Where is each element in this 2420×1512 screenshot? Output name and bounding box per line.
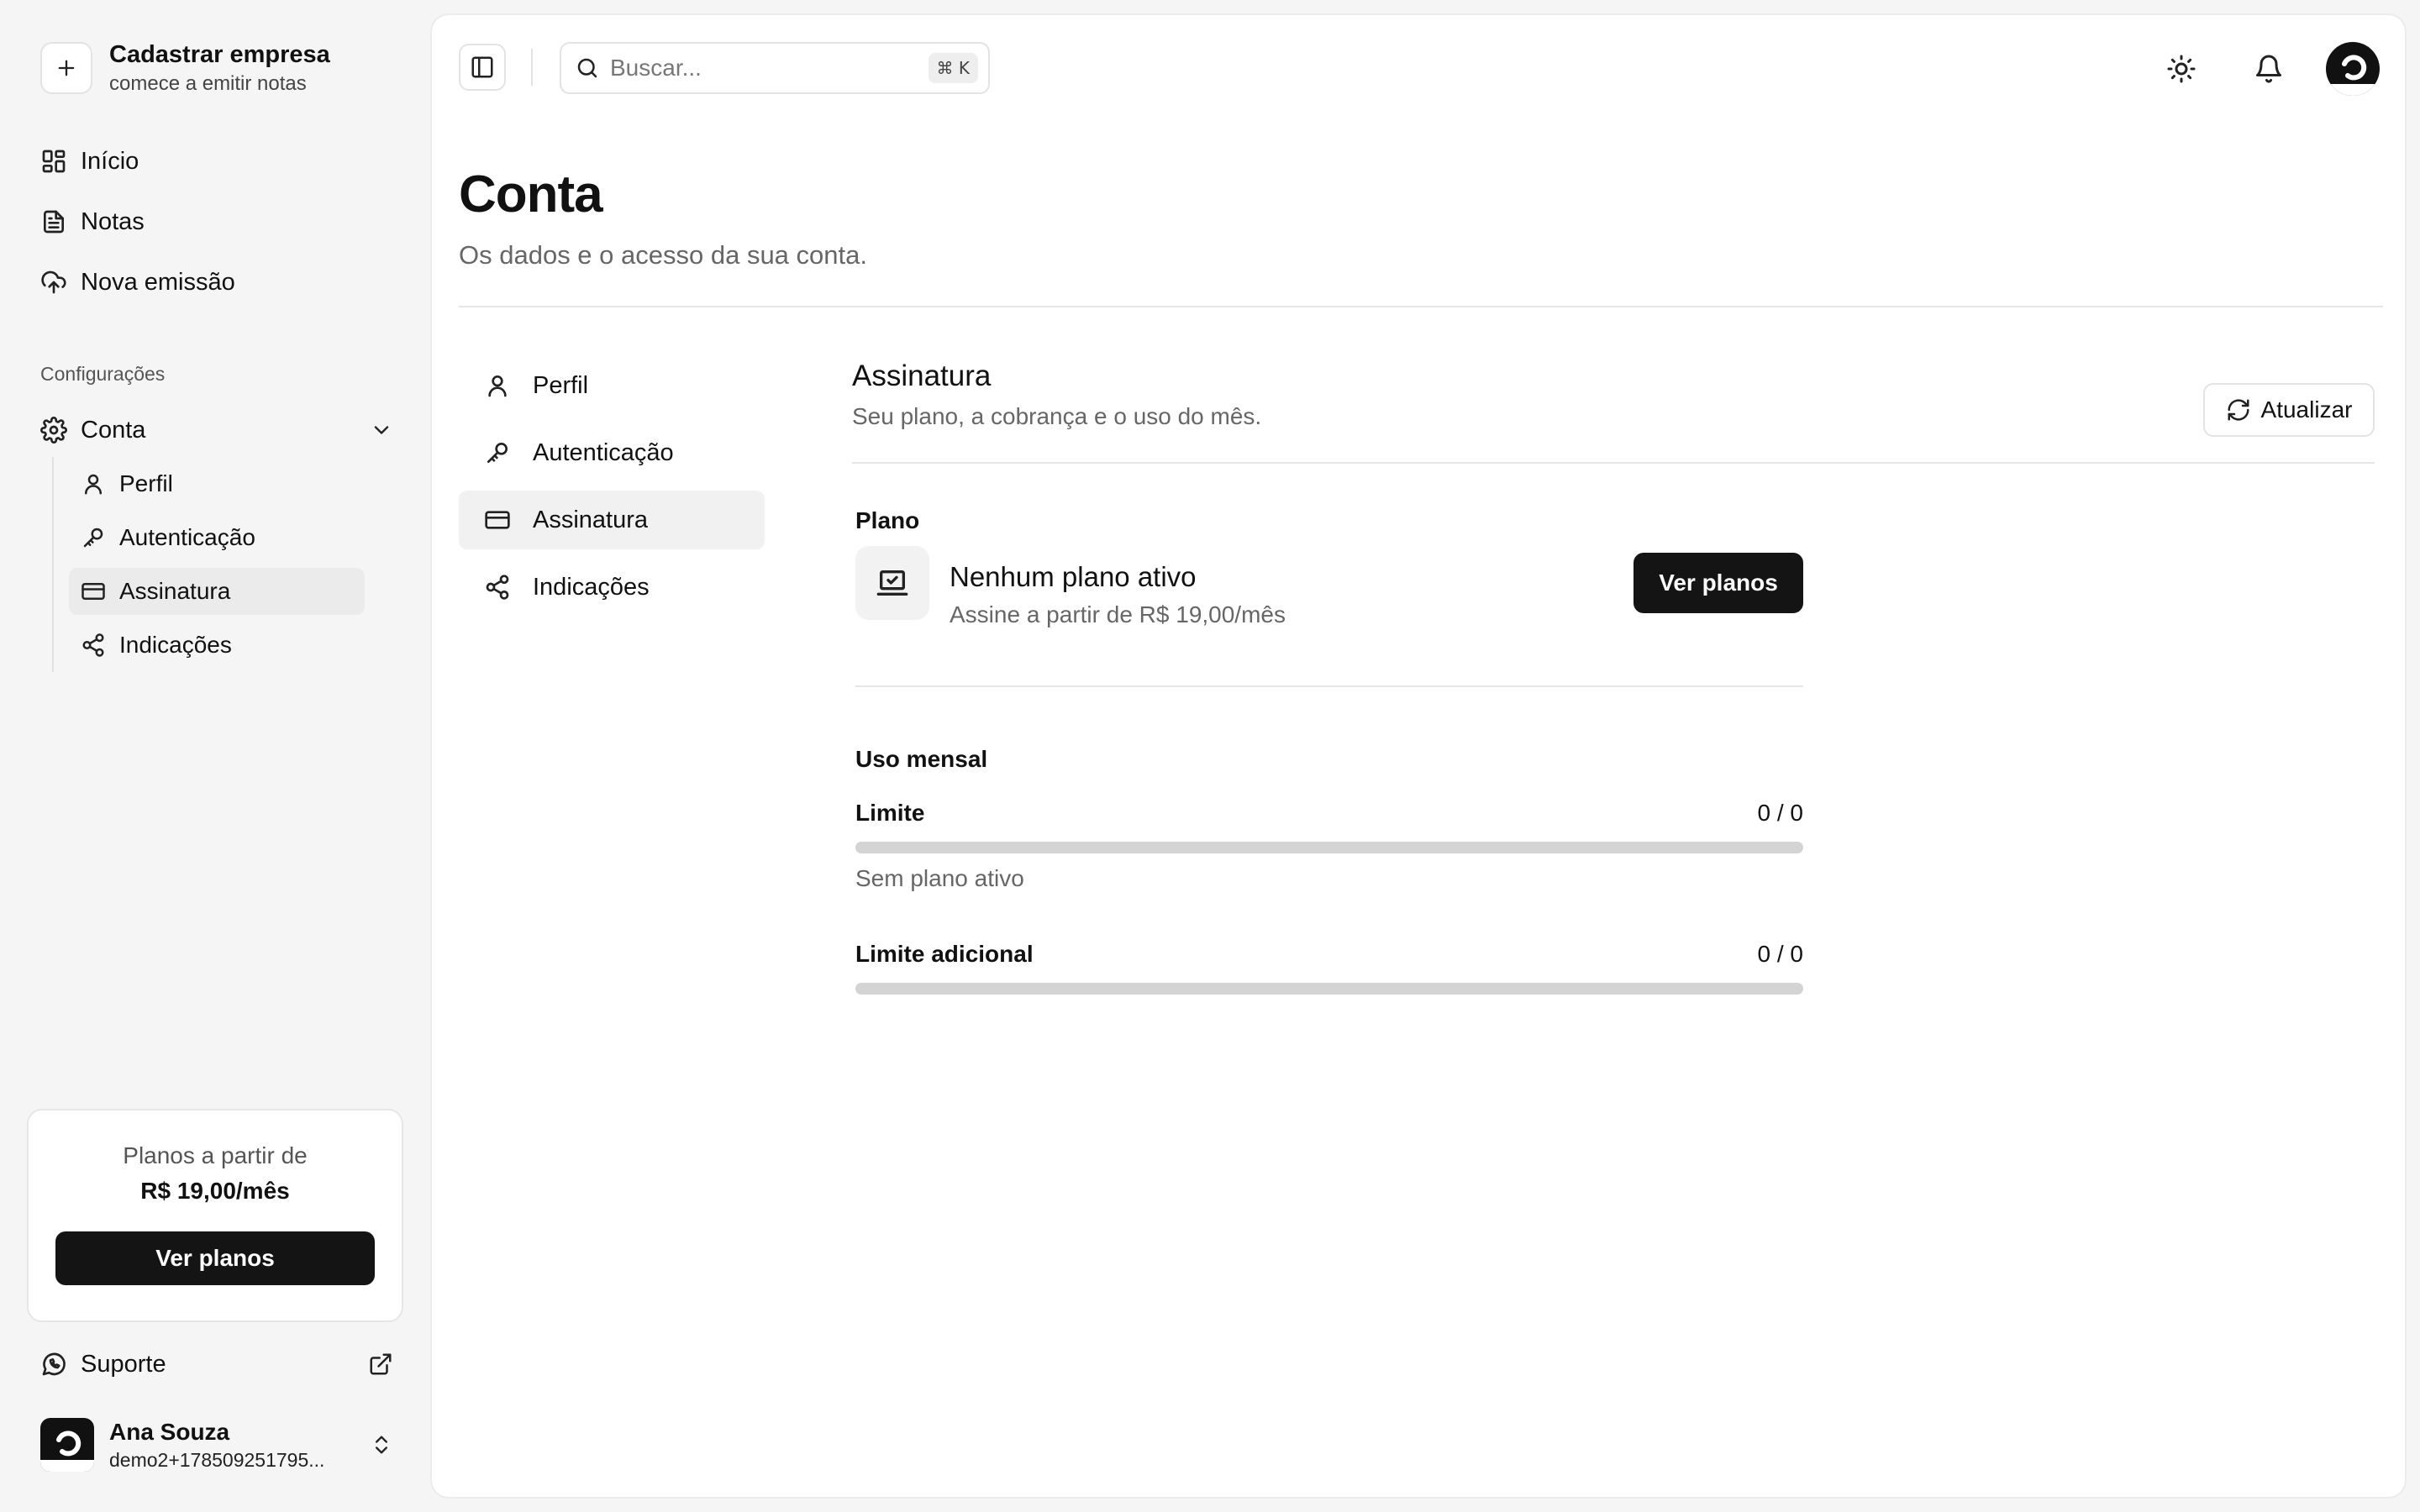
sidebar: Cadastrar empresa comece a emitir notas …	[0, 0, 430, 1512]
tab-perfil[interactable]: Perfil	[459, 356, 765, 415]
user-name: Ana Souza	[109, 1418, 230, 1445]
grid-icon	[40, 148, 67, 175]
meter-note: Sem plano ativo	[855, 865, 1024, 891]
chevron-down-icon	[370, 418, 393, 442]
sidebar-item-label: Nova emissão	[81, 268, 235, 296]
key-icon	[484, 439, 511, 466]
sidebar-item-indicacoes[interactable]: Indicações	[69, 622, 365, 669]
progress-bar-limite	[855, 842, 1803, 853]
view-plans-button[interactable]: Ver planos	[1634, 553, 1803, 613]
divider	[531, 49, 533, 86]
meter-name: Limite	[855, 800, 925, 826]
sidebar-group-label: Conta	[81, 416, 146, 444]
divider	[459, 306, 2383, 307]
user-icon	[484, 372, 511, 399]
laptop-check-icon	[855, 546, 929, 620]
search-placeholder: Buscar...	[610, 55, 702, 81]
sidebar-item-nova-emissao[interactable]: Nova emissão	[40, 259, 402, 306]
tab-assinatura[interactable]: Assinatura	[459, 491, 765, 549]
gear-icon	[40, 417, 67, 444]
cloud-upload-icon	[40, 269, 67, 296]
section-subtitle: Seu plano, a cobrança e o uso do mês.	[852, 403, 1262, 429]
sun-icon	[2166, 54, 2196, 84]
search-shortcut-badge: ⌘ K	[928, 53, 978, 83]
document-icon	[40, 208, 67, 235]
sidebar-group-conta[interactable]: Conta	[40, 407, 393, 454]
chevrons-up-down-icon	[370, 1433, 393, 1457]
panel-left-icon	[470, 55, 495, 80]
sidebar-item-autenticacao[interactable]: Autenticação	[69, 514, 365, 561]
tab-autenticacao[interactable]: Autenticação	[459, 423, 765, 482]
key-icon	[81, 525, 106, 550]
promo-price: R$ 19,00/mês	[140, 1178, 290, 1204]
meter-value: 0 / 0	[1757, 941, 1803, 967]
share-icon	[484, 574, 511, 601]
sidebar-item-label: Autenticação	[119, 524, 255, 550]
external-link-icon	[368, 1352, 393, 1377]
credit-card-icon	[81, 579, 106, 604]
divider	[852, 462, 2375, 464]
subtree-line	[52, 457, 54, 672]
register-company-button[interactable]: Cadastrar empresa comece a emitir notas	[40, 40, 393, 96]
refresh-icon	[2226, 397, 2251, 423]
avatar[interactable]	[2326, 42, 2380, 96]
user-icon	[81, 471, 106, 496]
promo-view-plans-button[interactable]: Ver planos	[55, 1231, 375, 1285]
meter-row-limite: Limite 0 / 0	[855, 800, 1803, 827]
sidebar-item-label: Notas	[81, 207, 145, 235]
brand-subtitle: comece a emitir notas	[109, 71, 307, 95]
brand-title: Cadastrar empresa	[109, 40, 330, 68]
plan-description: Assine a partir de R$ 19,00/mês	[950, 601, 1286, 627]
share-icon	[81, 633, 106, 658]
usage-label: Uso mensal	[855, 746, 988, 772]
notifications-button[interactable]	[2245, 45, 2292, 92]
sidebar-item-label: Perfil	[119, 470, 173, 496]
tab-indicacoes[interactable]: Indicações	[459, 558, 765, 617]
sidebar-item-notas[interactable]: Notas	[40, 198, 402, 245]
plans-promo-card: Planos a partir de R$ 19,00/mês Ver plan…	[27, 1109, 403, 1322]
theme-toggle-button[interactable]	[2158, 45, 2205, 92]
tab-label: Indicações	[533, 573, 650, 601]
meter-row-limite-adicional: Limite adicional 0 / 0	[855, 941, 1803, 968]
user-menu[interactable]: Ana Souza demo2+178509251795...	[40, 1415, 393, 1475]
search-input[interactable]: Buscar... ⌘ K	[560, 42, 990, 94]
page-subtitle: Os dados e o acesso da sua conta.	[459, 240, 867, 270]
meter-name: Limite adicional	[855, 941, 1034, 967]
bell-icon	[2254, 54, 2284, 84]
search-icon	[575, 55, 600, 81]
support-label: Suporte	[81, 1350, 166, 1378]
sidebar-item-assinatura[interactable]: Assinatura	[69, 568, 365, 615]
page-title: Conta	[459, 165, 603, 223]
refresh-label: Atualizar	[2260, 396, 2353, 423]
meter-value: 0 / 0	[1757, 800, 1803, 826]
sidebar-toggle-button[interactable]	[459, 44, 506, 91]
whatsapp-icon	[40, 1351, 67, 1378]
plan-name: Nenhum plano ativo	[950, 561, 1197, 592]
avatar	[40, 1418, 94, 1472]
tab-label: Autenticação	[533, 438, 674, 466]
progress-bar-limite-adicional	[855, 983, 1803, 995]
section-title: Assinatura	[852, 360, 992, 392]
plus-icon	[40, 42, 92, 94]
settings-section-label: Configurações	[40, 363, 166, 385]
promo-text: Planos a partir de	[123, 1142, 308, 1168]
credit-card-icon	[484, 507, 511, 533]
sidebar-item-inicio[interactable]: Início	[40, 138, 402, 185]
sidebar-item-label: Início	[81, 147, 139, 175]
tab-label: Assinatura	[533, 506, 649, 533]
tab-label: Perfil	[533, 371, 589, 399]
main-panel: Buscar... ⌘ K Conta Os dados e o acesso …	[430, 13, 2407, 1499]
sidebar-item-perfil[interactable]: Perfil	[69, 460, 365, 507]
divider	[855, 685, 1803, 687]
sidebar-item-label: Indicações	[119, 632, 232, 658]
sidebar-item-label: Assinatura	[119, 578, 231, 604]
user-email: demo2+178509251795...	[109, 1448, 325, 1471]
support-link[interactable]: Suporte	[40, 1341, 393, 1388]
refresh-button[interactable]: Atualizar	[2203, 383, 2375, 437]
plan-label: Plano	[855, 507, 920, 533]
